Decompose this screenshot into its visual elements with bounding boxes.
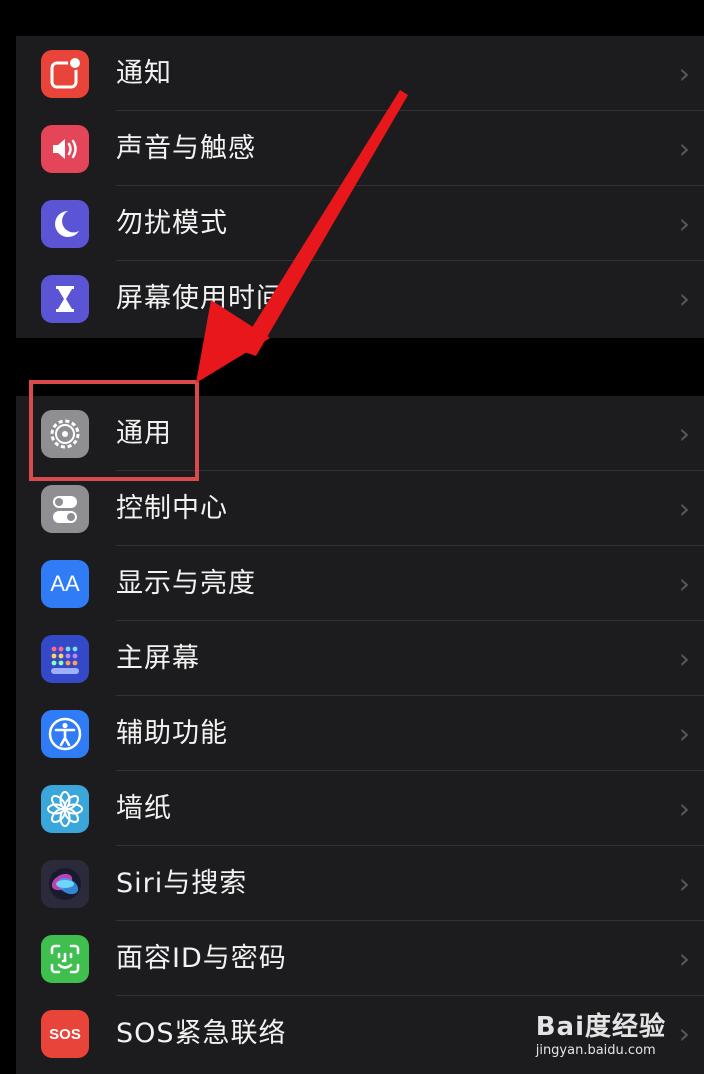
chevron-right-icon: ›: [678, 942, 690, 975]
watermark-brand: Bai度经验: [535, 1012, 666, 1042]
settings-row-accessibility[interactable]: 辅助功能 ›: [16, 696, 704, 771]
settings-screen: 通知 › 声音与触感 › 勿扰模式 › 屏幕使用时间 › 通用 › 控制中心 ›…: [0, 0, 704, 1074]
chevron-right-icon: ›: [678, 132, 690, 165]
notifications-icon: [41, 50, 89, 98]
home-screen-icon: [41, 635, 89, 683]
hourglass-icon: [41, 275, 89, 323]
settings-row-notifications[interactable]: 通知 ›: [16, 36, 704, 111]
moon-icon: [41, 200, 89, 248]
chevron-right-icon: ›: [678, 1017, 690, 1050]
sos-icon: SOS: [41, 1010, 89, 1058]
settings-row-face-id[interactable]: 面容ID与密码 ›: [16, 921, 704, 996]
settings-row-sounds[interactable]: 声音与触感 ›: [16, 111, 704, 186]
settings-group-1: 通知 › 声音与触感 › 勿扰模式 › 屏幕使用时间 ›: [16, 36, 704, 338]
settings-row-label: Siri与搜索: [116, 868, 248, 899]
settings-row-display[interactable]: AA 显示与亮度 ›: [16, 546, 704, 621]
settings-row-label: 控制中心: [116, 493, 228, 524]
settings-row-label: 通知: [116, 58, 172, 89]
flower-icon: [41, 785, 89, 833]
chevron-right-icon: ›: [678, 417, 690, 450]
chevron-right-icon: ›: [678, 57, 690, 90]
chevron-right-icon: ›: [678, 867, 690, 900]
sos-glyph: SOS: [49, 1025, 81, 1043]
chevron-right-icon: ›: [678, 717, 690, 750]
settings-row-label: 屏幕使用时间: [116, 283, 284, 314]
sound-icon: [41, 125, 89, 173]
settings-row-siri[interactable]: Siri与搜索 ›: [16, 846, 704, 921]
settings-row-label: 面容ID与密码: [116, 943, 287, 974]
chevron-right-icon: ›: [678, 642, 690, 675]
highlight-box: [29, 380, 199, 481]
settings-row-label: 勿扰模式: [116, 208, 228, 239]
settings-row-do-not-disturb[interactable]: 勿扰模式 ›: [16, 186, 704, 261]
settings-row-control-center[interactable]: 控制中心 ›: [16, 471, 704, 546]
siri-icon: [41, 860, 89, 908]
settings-row-label: 主屏幕: [116, 643, 200, 674]
settings-row-screen-time[interactable]: 屏幕使用时间 ›: [16, 261, 704, 336]
settings-row-label: 声音与触感: [116, 133, 256, 164]
settings-row-label: 辅助功能: [116, 718, 228, 749]
aa-icon: AA: [41, 560, 89, 608]
chevron-right-icon: ›: [678, 282, 690, 315]
accessibility-icon: [41, 710, 89, 758]
settings-row-home-screen[interactable]: 主屏幕 ›: [16, 621, 704, 696]
settings-row-label: 墙纸: [116, 793, 172, 824]
aa-glyph: AA: [50, 571, 80, 596]
settings-row-label: SOS紧急联络: [116, 1018, 287, 1049]
settings-group-2: 通用 › 控制中心 › AA 显示与亮度 › 主屏幕 › 辅助功能 › 墙纸 ›…: [16, 396, 704, 1074]
chevron-right-icon: ›: [678, 492, 690, 525]
chevron-right-icon: ›: [678, 792, 690, 825]
watermark: Bai度经验 jingyan.baidu.com: [536, 1006, 666, 1058]
settings-row-label: 显示与亮度: [116, 568, 256, 599]
faceid-icon: [41, 935, 89, 983]
chevron-right-icon: ›: [678, 567, 690, 600]
toggles-icon: [41, 485, 89, 533]
settings-row-wallpaper[interactable]: 墙纸 ›: [16, 771, 704, 846]
chevron-right-icon: ›: [678, 207, 690, 240]
watermark-url: jingyan.baidu.com: [535, 1043, 656, 1058]
